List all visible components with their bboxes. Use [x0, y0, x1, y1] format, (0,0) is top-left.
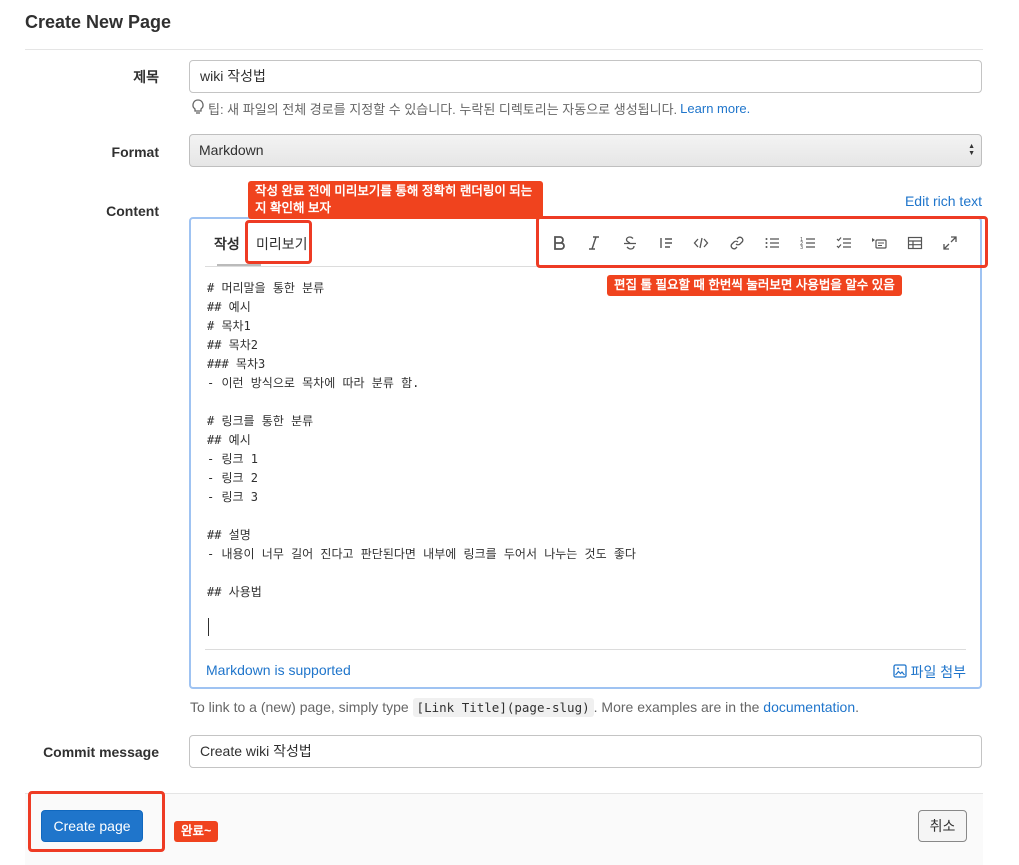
toolbar-annotation: 편집 툴 필요할 때 한번씩 눌러보면 사용법을 알수 있음: [607, 275, 902, 296]
link-help-suffix: .: [855, 699, 860, 715]
content-label: Content: [106, 203, 159, 219]
toolbar-highlight: [536, 216, 988, 268]
editor-footer: Markdown is supported 파일 첨부: [205, 649, 966, 689]
format-selected-value: Markdown: [199, 142, 264, 158]
cancel-button[interactable]: 취소: [918, 810, 967, 842]
format-select[interactable]: Markdown ▲ ▼: [189, 134, 982, 167]
format-label: Format: [111, 144, 159, 160]
tab-write[interactable]: 작성: [214, 234, 240, 254]
link-help-prefix: To link to a (new) page, simply type: [190, 699, 409, 715]
link-syntax-code: [Link Title](page-slug): [412, 698, 594, 717]
preview-tab-highlight: [245, 220, 312, 264]
preview-annotation: 작성 완료 전에 미리보기를 통해 정확히 랜더링이 되는지 확인해 보자: [248, 181, 543, 219]
active-tab-indicator: [217, 264, 261, 266]
documentation-link[interactable]: documentation: [763, 699, 855, 715]
select-arrows-icon: ▲ ▼: [968, 143, 975, 157]
text-cursor: [208, 618, 209, 636]
path-tip: 팁: 새 파일의 전체 경로를 지정할 수 있습니다. 누락된 디렉토리는 자동…: [191, 99, 750, 118]
attach-file-label: 파일 첨부: [910, 664, 966, 680]
image-icon: [892, 663, 907, 681]
title-input[interactable]: wiki 작성법: [189, 60, 982, 93]
editor-textarea[interactable]: # 머리말을 통한 분류 ## 예시 # 목차1 ## 목차2 ### 목차3 …: [207, 279, 636, 602]
commit-message-input[interactable]: Create wiki 작성법: [189, 735, 982, 768]
done-annotation: 완료~: [174, 821, 219, 842]
link-help-middle: . More examples are in the: [593, 699, 760, 715]
create-button-highlight: [28, 791, 165, 852]
page-title: Create New Page: [25, 12, 172, 32]
learn-more-link[interactable]: Learn more.: [680, 101, 750, 116]
title-divider: [25, 49, 983, 50]
commit-message-label: Commit message: [43, 744, 159, 760]
attach-file-button[interactable]: 파일 첨부: [892, 662, 966, 682]
title-label: 제목: [133, 69, 159, 85]
edit-rich-text-link[interactable]: Edit rich text: [905, 193, 982, 209]
lightbulb-icon: [191, 99, 205, 118]
form-actions: [25, 793, 983, 865]
markdown-supported-link[interactable]: Markdown is supported: [206, 662, 351, 678]
link-help-text: To link to a (new) page, simply type [Li…: [190, 698, 860, 717]
tip-text: 팁: 새 파일의 전체 경로를 지정할 수 있습니다. 누락된 디렉토리는 자동…: [208, 102, 678, 117]
